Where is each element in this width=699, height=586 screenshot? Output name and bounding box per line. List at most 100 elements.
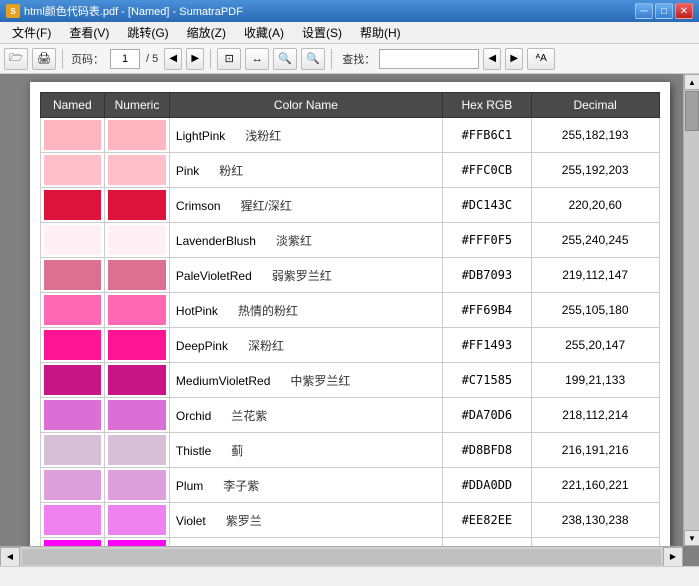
color-name-cell: LightPink 浅粉红 xyxy=(169,118,442,153)
scroll-right-button[interactable]: ▶ xyxy=(663,547,683,567)
named-color-swatch xyxy=(44,400,102,430)
close-button[interactable]: ✕ xyxy=(675,3,693,19)
numeric-color-swatch xyxy=(108,190,166,220)
decimal-cell: 220,20,60 xyxy=(531,188,659,223)
search-prev-button[interactable]: ◀ xyxy=(483,48,501,70)
hex-cell: #FFB6C1 xyxy=(442,118,531,153)
color-name-en: Violet xyxy=(176,514,206,528)
hex-cell: #C71585 xyxy=(442,363,531,398)
font-size-button[interactable]: ᴬA xyxy=(527,48,555,70)
decimal-cell: 238,130,238 xyxy=(531,503,659,538)
table-row: HotPink 热情的粉红#FF69B4255,105,180 xyxy=(40,293,659,328)
hex-cell: #FFF0F5 xyxy=(442,223,531,258)
numeric-swatch-cell xyxy=(105,503,170,538)
zoom-fit-page[interactable]: ⊡ xyxy=(217,48,241,70)
prev-page-button[interactable]: ◀ xyxy=(164,48,182,70)
color-name-cell: Thistle 蓟 xyxy=(169,433,442,468)
color-name-en: LightPink xyxy=(176,129,225,143)
minimize-button[interactable]: ─ xyxy=(635,3,653,19)
menu-settings[interactable]: 设置(S) xyxy=(294,22,350,43)
table-row: Thistle 蓟#D8BFD8216,191,216 xyxy=(40,433,659,468)
main-content-area: Named Numeric Color Name Hex RGB Decimal… xyxy=(0,74,699,566)
vertical-scrollbar[interactable]: ▲ ▼ xyxy=(683,74,699,546)
color-name-zh: 兰花紫 xyxy=(219,409,267,423)
horizontal-scrollbar[interactable]: ◀ ▶ xyxy=(0,546,683,566)
color-name-cell: HotPink 热情的粉红 xyxy=(169,293,442,328)
color-name-zh: 粉红 xyxy=(207,164,243,178)
menu-zoom[interactable]: 缩放(Z) xyxy=(179,22,234,43)
named-color-swatch xyxy=(44,155,102,185)
menu-view[interactable]: 查看(V) xyxy=(61,22,117,43)
color-name-cell: PaleVioletRed 弱紫罗兰红 xyxy=(169,258,442,293)
toolbar-separator-2 xyxy=(210,49,211,69)
color-name-en: Orchid xyxy=(176,409,211,423)
color-name-cell: Violet 紫罗兰 xyxy=(169,503,442,538)
table-row: LightPink 浅粉红#FFB6C1255,182,193 xyxy=(40,118,659,153)
numeric-color-swatch xyxy=(108,120,166,150)
toolbar-separator-1 xyxy=(62,49,63,69)
color-name-cell: Crimson 猩红/深红 xyxy=(169,188,442,223)
zoom-fit-width[interactable]: ↔ xyxy=(245,48,269,70)
menu-help[interactable]: 帮助(H) xyxy=(352,22,409,43)
scroll-track[interactable] xyxy=(684,90,699,530)
decimal-cell: 255,182,193 xyxy=(531,118,659,153)
hex-cell: #DB7093 xyxy=(442,258,531,293)
scroll-down-button[interactable]: ▼ xyxy=(684,530,699,546)
named-swatch-cell xyxy=(40,363,105,398)
zoom-out[interactable]: 🔍 xyxy=(273,48,297,70)
scroll-thumb[interactable] xyxy=(685,91,699,131)
search-next-button[interactable]: ▶ xyxy=(505,48,523,70)
table-row: Pink 粉红#FFC0CB255,192,203 xyxy=(40,153,659,188)
search-input[interactable] xyxy=(379,49,479,69)
toolbar-separator-3 xyxy=(331,49,332,69)
hex-cell: #EE82EE xyxy=(442,503,531,538)
table-row: Plum 李子紫#DDA0DD221,160,221 xyxy=(40,468,659,503)
scroll-left-button[interactable]: ◀ xyxy=(0,547,20,567)
header-decimal: Decimal xyxy=(531,93,659,118)
menu-goto[interactable]: 跳转(G) xyxy=(119,22,176,43)
named-color-swatch xyxy=(44,505,102,535)
status-bar xyxy=(0,566,699,586)
page-input[interactable] xyxy=(110,49,140,69)
numeric-swatch-cell xyxy=(105,433,170,468)
numeric-swatch-cell xyxy=(105,188,170,223)
next-page-button[interactable]: ▶ xyxy=(186,48,204,70)
named-swatch-cell xyxy=(40,328,105,363)
menu-favorites[interactable]: 收藏(A) xyxy=(236,22,292,43)
color-name-en: Pink xyxy=(176,164,199,178)
zoom-in[interactable]: 🔍 xyxy=(301,48,325,70)
scroll-up-button[interactable]: ▲ xyxy=(684,74,699,90)
color-name-zh: 热情的粉红 xyxy=(226,304,298,318)
color-name-cell: Pink 粉红 xyxy=(169,153,442,188)
color-name-en: MediumVioletRed xyxy=(176,374,271,388)
pdf-page: Named Numeric Color Name Hex RGB Decimal… xyxy=(30,82,670,566)
numeric-swatch-cell xyxy=(105,223,170,258)
title-controls[interactable]: ─ □ ✕ xyxy=(635,3,693,19)
color-name-cell: Plum 李子紫 xyxy=(169,468,442,503)
header-numeric: Numeric xyxy=(105,93,170,118)
numeric-color-swatch xyxy=(108,470,166,500)
open-button[interactable]: 🗁 xyxy=(4,48,28,70)
menu-file[interactable]: 文件(F) xyxy=(4,22,59,43)
named-color-swatch xyxy=(44,120,102,150)
numeric-color-swatch xyxy=(108,155,166,185)
named-color-swatch xyxy=(44,365,102,395)
print-button[interactable]: 🖨 xyxy=(32,48,56,70)
hex-cell: #DDA0DD xyxy=(442,468,531,503)
page-total: / 5 xyxy=(144,53,160,65)
maximize-button[interactable]: □ xyxy=(655,3,673,19)
window-title: html颜色代码表.pdf - [Named] - SumatraPDF xyxy=(24,3,243,19)
numeric-swatch-cell xyxy=(105,328,170,363)
named-swatch-cell xyxy=(40,258,105,293)
menu-bar: 文件(F) 查看(V) 跳转(G) 缩放(Z) 收藏(A) 设置(S) 帮助(H… xyxy=(0,22,699,44)
search-label: 查找： xyxy=(342,51,375,67)
color-name-zh: 弱紫罗兰红 xyxy=(260,269,332,283)
decimal-cell: 255,192,203 xyxy=(531,153,659,188)
color-name-en: HotPink xyxy=(176,304,218,318)
numeric-color-swatch xyxy=(108,260,166,290)
named-color-swatch xyxy=(44,470,102,500)
decimal-cell: 255,240,245 xyxy=(531,223,659,258)
named-color-swatch xyxy=(44,225,102,255)
numeric-swatch-cell xyxy=(105,363,170,398)
color-name-zh: 淡紫红 xyxy=(264,234,312,248)
